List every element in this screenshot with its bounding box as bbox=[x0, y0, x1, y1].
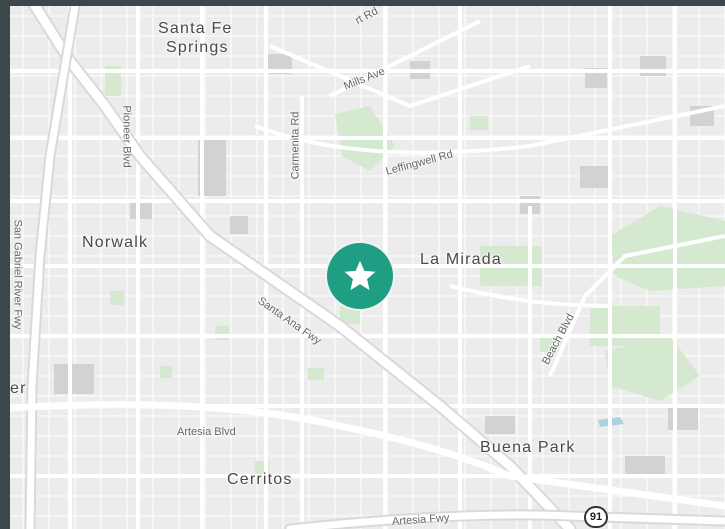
city-label-cerritos: Cerritos bbox=[227, 471, 293, 488]
city-label-buena-park: Buena Park bbox=[480, 439, 576, 456]
star-icon bbox=[344, 260, 376, 291]
city-label-la-mirada: La Mirada bbox=[420, 251, 502, 268]
city-label-norwalk: Norwalk bbox=[82, 234, 149, 251]
city-label-edge-fragment: er bbox=[10, 380, 27, 397]
location-marker[interactable] bbox=[327, 243, 393, 309]
highway-shield-91: 91 bbox=[584, 506, 608, 528]
road-label-san-gabriel-river-fwy: San Gabriel River Fwy bbox=[11, 219, 24, 330]
road-label-artesia-blvd: Artesia Blvd bbox=[177, 426, 236, 438]
road-label-pioneer-blvd: Pioneer Blvd bbox=[120, 105, 133, 168]
map-view[interactable]: Santa Fe Springs Norwalk La Mirada Buena… bbox=[10, 6, 725, 529]
city-label-santa-fe-springs-2: Springs bbox=[166, 39, 229, 56]
city-label-santa-fe-springs-1: Santa Fe bbox=[158, 20, 233, 37]
road-label-carmenita-rd: Carmenita Rd bbox=[289, 111, 302, 180]
